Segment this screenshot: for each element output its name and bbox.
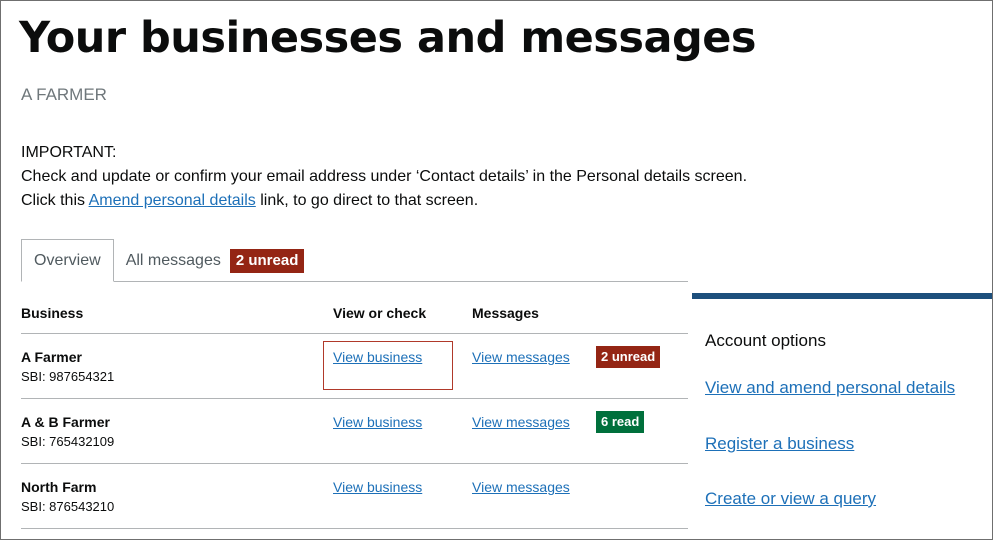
businesses-table: Business View or check Messages A Farmer… [21,283,688,529]
business-name: A & B Farmer [21,414,110,430]
tab-overview[interactable]: Overview [21,239,114,282]
view-business-link[interactable]: View business [333,349,422,365]
business-sbi: SBI: 876543210 [21,499,115,514]
notice-line-2: Click this Amend personal details link, … [21,189,747,213]
view-business-link[interactable]: View business [333,479,422,495]
unread-badge: 2 unread [229,248,305,273]
table-row: A & B Farmer SBI: 765432109 View busines… [21,399,688,464]
view-messages-link[interactable]: View messages [472,349,570,365]
header-view-or-check: View or check [333,305,427,321]
table-row: North Farm SBI: 876543210 View business … [21,464,688,529]
notice-line-2-before: Click this [21,192,89,209]
tabs: Overview All messages 2 unread [21,239,316,282]
notice-line-2-after: link, to go direct to that screen. [255,192,479,209]
account-options-title: Account options [705,331,826,350]
view-business-link[interactable]: View business [333,414,422,430]
header-messages: Messages [472,305,539,321]
amend-personal-details-link[interactable]: Amend personal details [89,192,256,209]
table-row: A Farmer SBI: 987654321 View business Vi… [21,334,688,399]
table-header: Business View or check Messages [21,283,688,334]
tabs-divider [21,281,688,282]
view-messages-link[interactable]: View messages [472,479,570,495]
header-business: Business [21,305,84,321]
page-title: Your businesses and messages [19,13,757,63]
messages-status-badge: 2 unread [596,346,661,368]
user-name: A FARMER [21,85,107,104]
tab-all-messages[interactable]: All messages 2 unread [114,239,317,282]
business-sbi: SBI: 987654321 [21,369,115,384]
register-business-link[interactable]: Register a business [705,434,854,454]
account-options-accent-bar [692,293,992,299]
create-view-query-link[interactable]: Create or view a query [705,489,876,509]
notice-line-1: Check and update or confirm your email a… [21,168,748,185]
page-frame: Your businesses and messages A FARMER IM… [0,0,993,540]
notice-heading: IMPORTANT: [21,144,117,161]
important-notice: IMPORTANT: Check and update or confirm y… [21,141,747,213]
business-name: North Farm [21,479,97,495]
messages-status-badge: 6 read [596,411,645,433]
view-messages-link[interactable]: View messages [472,414,570,430]
business-name: A Farmer [21,349,82,365]
view-amend-personal-details-link[interactable]: View and amend personal details [705,378,955,398]
business-sbi: SBI: 765432109 [21,434,115,449]
tab-all-messages-label: All messages [125,251,221,269]
